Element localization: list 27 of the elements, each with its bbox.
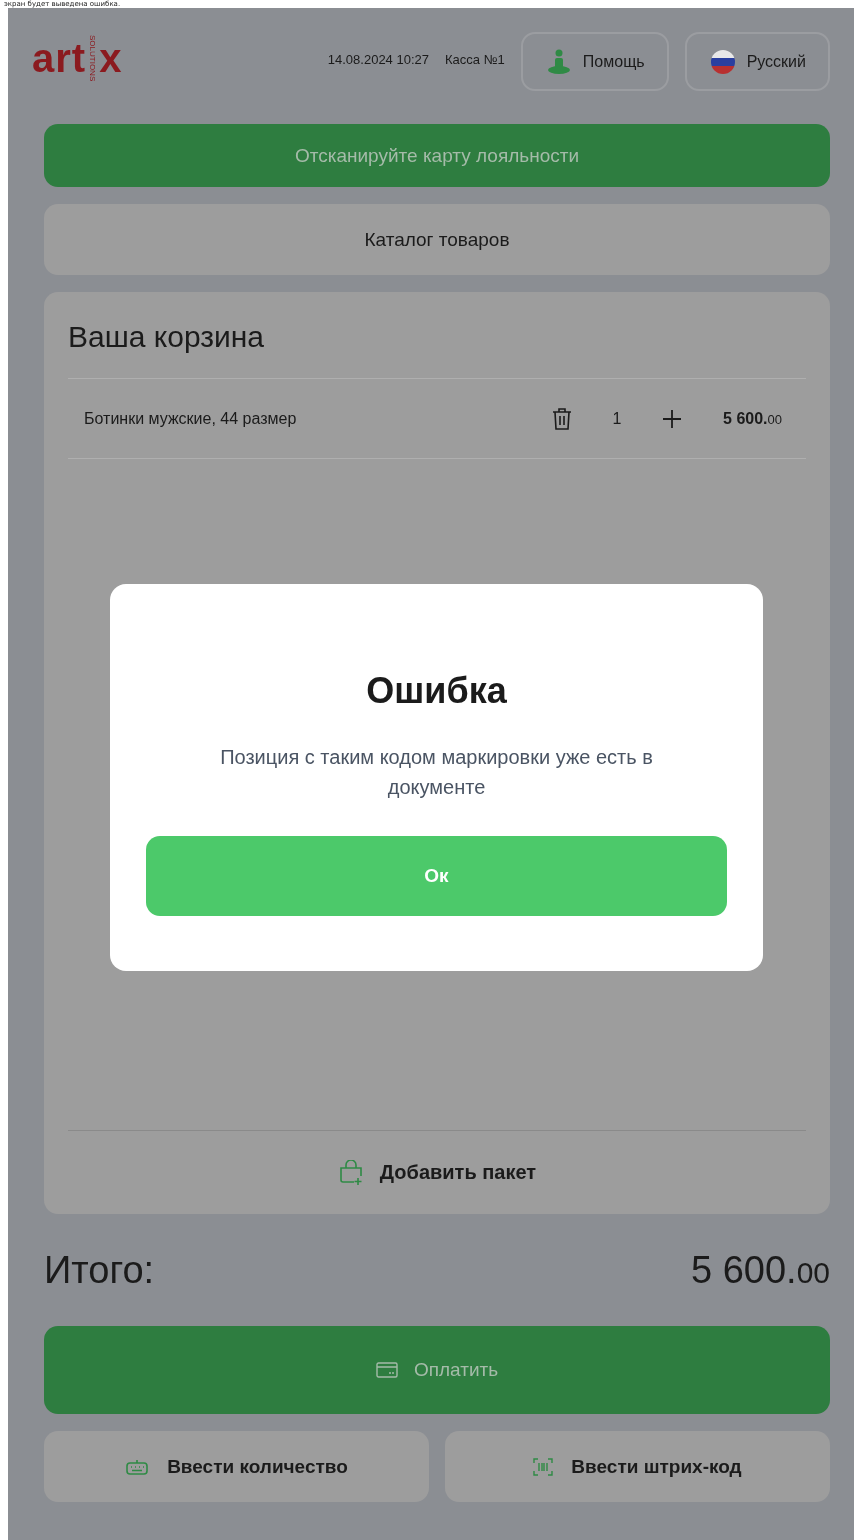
barcode-icon bbox=[533, 1457, 554, 1476]
register-text: Касса №1 bbox=[445, 52, 505, 67]
language-button[interactable]: Русский bbox=[684, 32, 830, 91]
person-icon bbox=[546, 48, 571, 75]
plus-icon[interactable] bbox=[662, 408, 682, 429]
enter-quantity-button[interactable]: Ввести количество bbox=[44, 1431, 429, 1502]
logo-text: art bbox=[32, 35, 87, 81]
add-bag-button[interactable]: Добавить пакет bbox=[68, 1130, 806, 1214]
bag-plus-icon bbox=[337, 1159, 364, 1186]
total-label: Итого: bbox=[44, 1248, 155, 1292]
russian-flag-icon bbox=[710, 49, 735, 74]
keyboard-icon bbox=[125, 1457, 150, 1476]
logo-tagline: SOLUTIONS bbox=[88, 34, 98, 82]
catalog-button[interactable]: Каталог товаров bbox=[44, 204, 830, 275]
enter-barcode-button[interactable]: Ввести штрих-код bbox=[445, 1431, 830, 1502]
total-amount: 5 600.00 bbox=[690, 1248, 830, 1292]
cart-title: Ваша корзина bbox=[68, 320, 266, 355]
help-button[interactable]: Помощь bbox=[520, 32, 669, 91]
item-price: 5 600.00 bbox=[722, 409, 782, 428]
card-icon bbox=[375, 1362, 398, 1378]
dialog-message: Позиция с таким кодом маркировки уже есть в документе bbox=[219, 745, 654, 800]
logo-text: x bbox=[99, 35, 123, 81]
dialog-title: Ошибка bbox=[366, 670, 507, 712]
date-time-text: 14.08.2024 10:27 bbox=[327, 52, 429, 67]
item-quantity: 1 bbox=[611, 409, 623, 428]
item-name: Ботинки мужские, 44 размер bbox=[84, 409, 298, 428]
trash-icon[interactable] bbox=[552, 406, 572, 431]
